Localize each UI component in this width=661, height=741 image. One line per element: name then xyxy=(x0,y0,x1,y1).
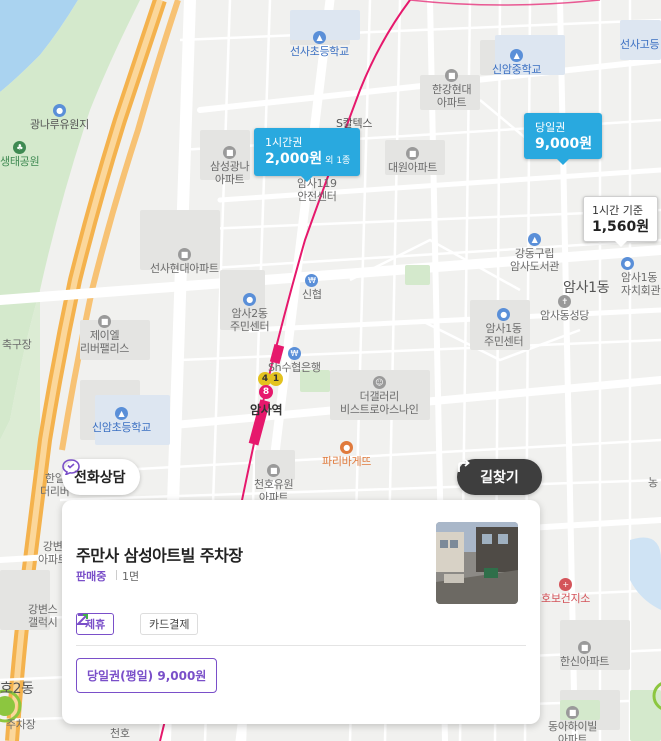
bank-icon: ₩ xyxy=(305,274,319,287)
turn-right-icon xyxy=(458,459,470,472)
divider xyxy=(116,570,117,580)
partner-tag: 제휴 xyxy=(76,613,115,635)
bakery-icon: ● xyxy=(340,441,354,454)
card-payment-label: 카드결제 xyxy=(149,618,190,631)
park-icon: ♣ xyxy=(13,141,27,154)
price-pin-base[interactable]: 1시간 기준 1,560원 xyxy=(583,196,659,247)
cafe-label[interactable]: ☺ 더갤러리 비스트로아스나인 xyxy=(340,375,419,416)
station-label[interactable]: 암사역 xyxy=(250,404,283,417)
apartment-label[interactable]: ■ 삼성광나 아파트 xyxy=(210,145,250,186)
card-payment-tag: 카드결제 xyxy=(140,613,199,635)
partner-icon xyxy=(77,614,88,625)
library-label[interactable]: ▲ 강동구립 암사도서관 xyxy=(510,232,559,273)
office-icon: ● xyxy=(497,308,511,321)
bank-label[interactable]: ₩ 신협 xyxy=(302,273,322,301)
district-label: 호2동 xyxy=(0,681,34,697)
building-icon: ■ xyxy=(223,146,237,159)
health-icon: + xyxy=(559,578,573,591)
school-icon: ▲ xyxy=(510,49,524,62)
phone-consult-button[interactable]: 전화상담 xyxy=(62,459,140,495)
apartment-label[interactable]: ■ 한신아파트 xyxy=(560,640,609,668)
building-icon: ■ xyxy=(445,69,459,82)
office-label[interactable]: ● 암사2동 주민센터 xyxy=(230,292,270,333)
pin-price: 9,000원 xyxy=(535,136,593,152)
price-pin-daily[interactable]: 당일권 9,000원 xyxy=(524,113,603,165)
building-icon: ■ xyxy=(177,248,191,261)
line-1-badge: 1 xyxy=(269,372,283,386)
bank-label[interactable]: ₩ Sh수협은행 xyxy=(268,346,321,374)
area-label: 천호 xyxy=(110,727,130,740)
phone-consult-label: 전화상담 xyxy=(74,470,126,486)
directions-button[interactable]: 길찾기 xyxy=(457,459,542,495)
cafe-icon: ☺ xyxy=(372,376,386,389)
ticket-label: 당일권(평일) 9,000원 xyxy=(87,669,207,683)
pin-price: 1,560원 xyxy=(592,219,650,235)
parking-lot-title: 주만사 삼성아트빌 주차장 xyxy=(76,546,243,565)
parking-photo[interactable] xyxy=(436,522,518,604)
apartment-label[interactable]: ■ 천호유원 아파트 xyxy=(254,463,294,504)
sale-status: 판매중 xyxy=(76,570,107,583)
card-divider xyxy=(76,645,526,646)
pin-ticket-type: 1시간 기준 xyxy=(592,204,643,217)
building-icon: ■ xyxy=(566,706,580,719)
bank-icon: ₩ xyxy=(287,347,301,360)
pin-price: 2,000원 외 1종 xyxy=(265,151,351,167)
school-label[interactable]: ▲ 신암초등학교 xyxy=(92,406,151,434)
office-label[interactable]: ● 암사1동 자치회관 xyxy=(621,256,661,297)
bakery-label[interactable]: ● 파리바게뜨 xyxy=(322,440,371,468)
line-8-badge: 8 xyxy=(259,385,273,399)
church-label[interactable]: ✝ 암사동성당 xyxy=(540,294,589,322)
pin-extra: 외 1종 xyxy=(325,156,351,166)
health-center-label[interactable]: + 호보건지소 xyxy=(541,577,590,605)
school-icon: ▲ xyxy=(114,407,128,420)
parking-info-card[interactable]: 주만사 삼성아트빌 주차장 판매중 1면 제휴 카드결제 당일권(평일) 9,0… xyxy=(62,500,540,724)
chat-icon xyxy=(62,459,80,475)
school-label[interactable]: 선사고등 xyxy=(620,38,660,51)
pin-ticket-type: 1시간권 xyxy=(265,136,303,149)
school-icon: ▲ xyxy=(312,31,326,44)
school-label[interactable]: ▲ 선사초등학교 xyxy=(290,30,349,58)
space-count: 1면 xyxy=(122,570,140,583)
ticket-option-button[interactable]: 당일권(평일) 9,000원 xyxy=(76,658,218,693)
office-icon: ● xyxy=(243,293,257,306)
building-icon: ■ xyxy=(406,147,420,160)
church-icon: ✝ xyxy=(558,295,572,308)
parking-label[interactable]: 주차장 xyxy=(6,718,36,731)
office-icon: ● xyxy=(621,257,634,270)
park-label[interactable]: ● 광나루유원지 xyxy=(30,103,89,131)
apartment-label[interactable]: ■ 선사현대아파트 xyxy=(150,247,219,275)
apartment-label[interactable]: 강변스 갤럭시 xyxy=(28,603,58,629)
pin-icon: ● xyxy=(52,104,66,117)
pin-ticket-type: 당일권 xyxy=(535,121,566,134)
map-view[interactable]: ▲ 선사초등학교 ▲ 신암중학교 ■ 한강현대 아파트 선사고등 ● 광나루유원지 ♣ 생… xyxy=(0,0,661,741)
office-label[interactable]: ● 암사1동 주민센터 xyxy=(484,307,524,348)
park-label[interactable]: ♣ 생태공원 xyxy=(0,140,40,168)
area-label: 농 xyxy=(648,476,658,489)
apartment-label[interactable]: ■ 제이엘 리버팰리스 xyxy=(80,314,129,355)
building-icon: ■ xyxy=(267,464,281,477)
partner-label: 제휴 xyxy=(85,618,106,631)
apartment-label[interactable]: ■ 한강현대 아파트 xyxy=(432,68,472,109)
directions-label: 길찾기 xyxy=(480,470,519,486)
school-label[interactable]: ▲ 신암중학교 xyxy=(492,48,541,76)
library-icon: ▲ xyxy=(528,233,542,246)
apartment-label[interactable]: ■ 동아하이빌 아파트 xyxy=(548,705,597,741)
building-icon: ■ xyxy=(578,641,592,654)
sports-label[interactable]: 축구장 xyxy=(2,338,32,351)
price-pin-hourly[interactable]: 1시간권 2,000원 외 1종 xyxy=(254,128,361,182)
building-icon: ■ xyxy=(98,315,112,328)
parking-photo-image xyxy=(436,522,518,604)
apartment-label[interactable]: ■ 대원아파트 xyxy=(388,146,437,174)
